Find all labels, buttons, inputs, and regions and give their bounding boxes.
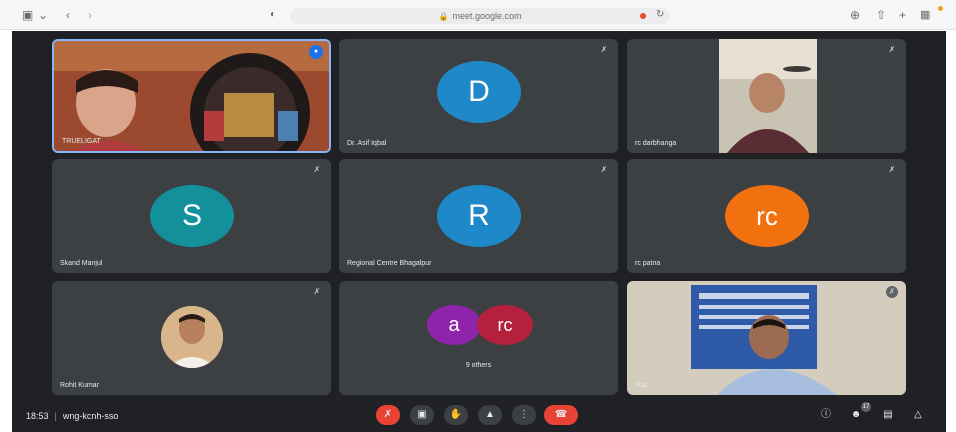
present-screen-icon: ▲ [485, 409, 495, 420]
participant-name: rc darbhanga [635, 140, 677, 147]
separator: | [54, 411, 57, 421]
avatar-initials: R [468, 199, 490, 232]
avatar: S [150, 185, 234, 247]
mic-off-icon: ✗ [600, 45, 608, 54]
participant-name: TRUELIGAT [62, 138, 101, 145]
notification-dot [938, 6, 943, 11]
participant-video [627, 281, 906, 395]
participant-tile-avatar-7[interactable]: ✗ Rohit Kumar [52, 281, 331, 395]
meeting-time: 18:53 [26, 411, 49, 421]
mic-off-icon: ✗ [383, 409, 393, 420]
hand-icon: ✋ [449, 409, 463, 420]
participant-name: You [635, 382, 647, 389]
participant-video [54, 41, 329, 151]
avatar: rc [477, 305, 533, 345]
participant-tile-avatar-5[interactable]: R ✗ Regional Centre Bhagalpur [339, 159, 618, 273]
hangup-icon: ☎ [554, 409, 568, 420]
present-button[interactable]: ▲ [478, 405, 502, 425]
leave-call-button[interactable]: ☎ [544, 405, 578, 425]
mic-off-icon: ✗ [886, 286, 898, 298]
participant-name: Regional Centre Bhagalpur [347, 260, 432, 267]
mic-off-icon: ✗ [888, 45, 896, 54]
avatar-initials: S [181, 199, 202, 232]
mic-off-icon: ✗ [600, 165, 608, 174]
mic-toggle-button[interactable]: ✗ [376, 405, 400, 425]
forward-icon[interactable]: › [88, 8, 92, 22]
mic-off-icon: ✗ [888, 165, 896, 174]
meeting-details: 18:53 | wng-kcnh-sso [26, 411, 118, 421]
avatar: a [427, 305, 481, 345]
download-icon[interactable]: ⊕ [850, 8, 860, 22]
speaking-indicator-icon: ● [309, 45, 323, 59]
avatar: D [437, 61, 521, 123]
participant-name: Rohit Kumar [60, 382, 99, 389]
refresh-icon[interactable]: ↻ [656, 8, 664, 22]
address-bar[interactable]: 🔒 meet.google.com [290, 8, 670, 24]
url-text: meet.google.com [452, 11, 522, 21]
avatar: R [437, 185, 521, 247]
participant-tile-group-8[interactable]: a rc 9 others [339, 281, 618, 395]
mic-off-icon: ✗ [313, 165, 321, 174]
chat-icon[interactable]: ▤ [880, 407, 896, 423]
participant-tile-video-3[interactable]: ✗ rc darbhanga [627, 39, 906, 153]
avatar-initials: rc [497, 315, 513, 335]
avatar: rc [725, 185, 809, 247]
new-tab-icon[interactable]: + [899, 8, 906, 22]
participant-name: Dr. Asif Iqbal [347, 140, 387, 147]
participant-tile-avatar-6[interactable]: rc ✗ rc patna [627, 159, 906, 273]
camera-off-icon: ▣ [417, 409, 427, 420]
participant-name: rc patna [635, 260, 661, 267]
lock-icon: 🔒 [438, 12, 449, 21]
more-vertical-icon: ⋮ [519, 409, 529, 420]
participant-tile-video-1[interactable]: ● TRUELIGAT [52, 39, 331, 153]
shield-icon[interactable]: ◐ [270, 8, 276, 22]
avatar-initials: rc [756, 201, 778, 231]
participant-tile-video-9[interactable]: ✗ You [627, 281, 906, 395]
participant-name: Skand Manjul [60, 260, 103, 267]
people-count-badge: 17 [861, 402, 871, 412]
meeting-code: wng-kcnh-sso [62, 411, 119, 421]
meeting-stage: ● TRUELIGAT D ✗ Dr. Asif Iqbal ✗ rc darb… [12, 31, 946, 432]
more-options-button[interactable]: ⋮ [512, 405, 536, 425]
avatar-initials: D [468, 75, 490, 108]
participant-tile-avatar-2[interactable]: D ✗ Dr. Asif Iqbal [339, 39, 618, 153]
back-icon[interactable]: ‹ [66, 8, 70, 22]
meeting-info-icon[interactable]: ⓘ [818, 407, 834, 423]
camera-toggle-button[interactable]: ▣ [410, 405, 434, 425]
raise-hand-button[interactable]: ✋ [444, 405, 468, 425]
avatar-initials: a [448, 314, 460, 336]
activities-icon[interactable]: △ [910, 407, 926, 423]
participant-tile-avatar-4[interactable]: S ✗ Skand Manjul [52, 159, 331, 273]
others-count-label: 9 others [465, 362, 492, 369]
tabs-icon[interactable]: ▦ [920, 8, 930, 22]
share-icon[interactable]: ⇧ [876, 8, 886, 22]
chevron-down-icon[interactable]: ⌄ [38, 8, 48, 22]
camera-icon[interactable] [640, 13, 646, 19]
browser-toolbar: ▣ ⌄ ‹ › ◐ 🔒 meet.google.com ↻ ⊕ ⇧ + ▦ [0, 0, 956, 30]
sidebar-icon[interactable]: ▣ [22, 8, 33, 22]
participant-photo-avatar [161, 306, 223, 368]
participant-video [719, 39, 817, 153]
mic-off-icon: ✗ [313, 287, 321, 296]
